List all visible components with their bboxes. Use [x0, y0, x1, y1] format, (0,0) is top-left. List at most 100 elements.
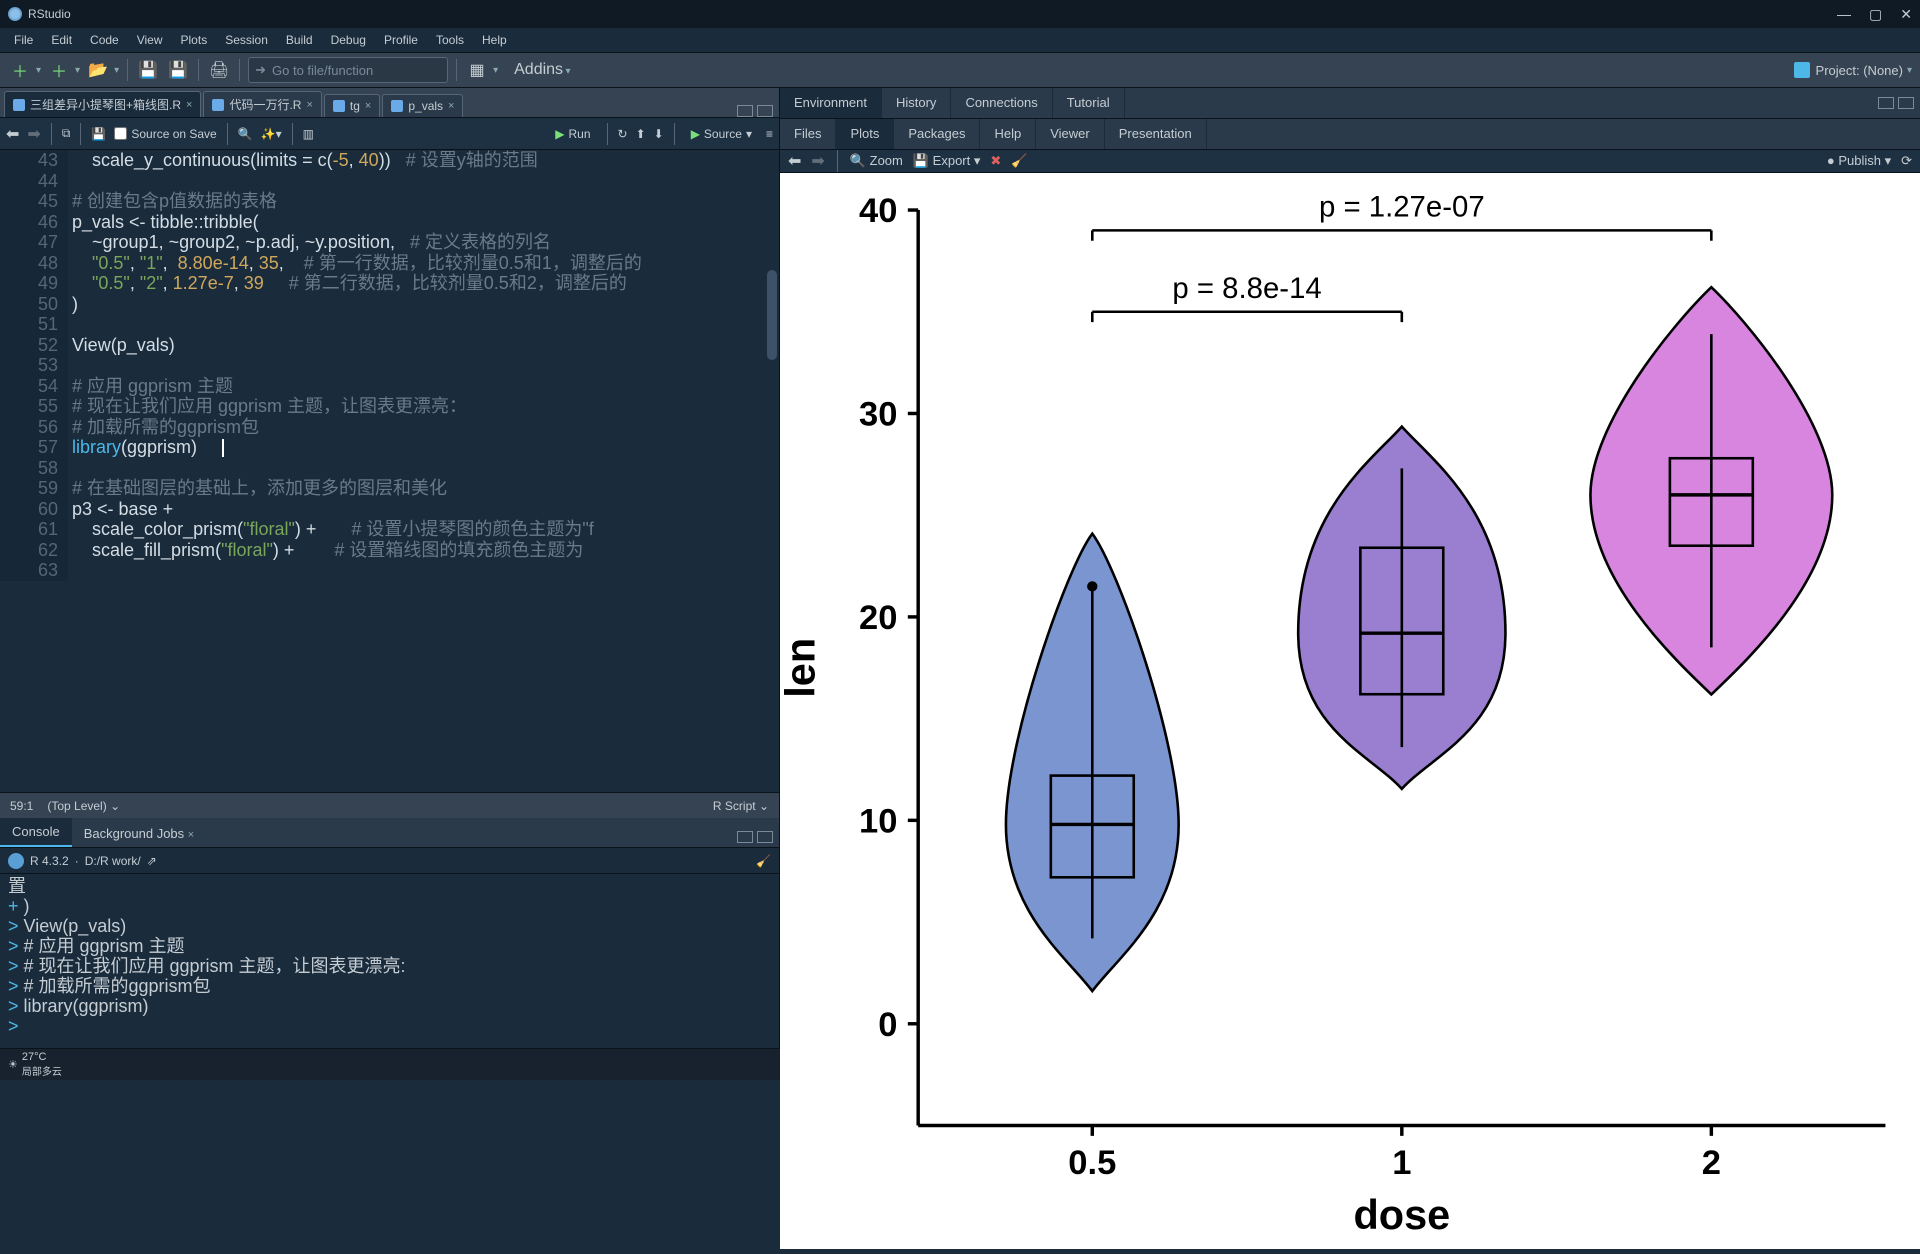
titlebar: RStudio — ▢ ✕	[0, 0, 1920, 28]
plot-tab-files[interactable]: Files	[780, 119, 836, 149]
wand-button[interactable]: ✨▾	[261, 127, 282, 141]
menubar: FileEditCodeViewPlotsSessionBuildDebugPr…	[0, 28, 1920, 52]
goto-placeholder: Go to file/function	[272, 63, 373, 78]
menu-code[interactable]: Code	[82, 30, 127, 50]
rerun-button[interactable]: ↻	[618, 127, 628, 141]
close-tab-icon[interactable]: ×	[306, 99, 312, 111]
new-file-button[interactable]: ＋	[8, 58, 32, 82]
close-tab-icon[interactable]: ×	[448, 100, 454, 112]
menu-file[interactable]: File	[6, 30, 41, 50]
plot-tab-packages[interactable]: Packages	[894, 119, 980, 149]
goto-file-input[interactable]: ➜ Go to file/function	[248, 57, 448, 83]
menu-view[interactable]: View	[129, 30, 171, 50]
close-tab-icon[interactable]: ×	[365, 100, 371, 112]
new-project-button[interactable]: ＋	[47, 58, 71, 82]
zoom-button[interactable]: 🔍 Zoom	[850, 153, 903, 169]
file-icon	[333, 100, 345, 112]
source-tab-2[interactable]: tg×	[324, 94, 380, 117]
plot-tab-plots[interactable]: Plots	[836, 119, 894, 149]
run-button[interactable]: ▶Run	[549, 124, 596, 144]
source-tab-0[interactable]: 三组差异小提琴图+箱线图.R ×	[4, 91, 201, 117]
close-tab-icon[interactable]: ×	[186, 99, 192, 111]
language-indicator[interactable]: R Script ⌄	[713, 799, 769, 813]
svg-text:p = 1.27e-07: p = 1.27e-07	[1319, 191, 1485, 224]
source-button[interactable]: ▶Source ▾	[685, 124, 758, 144]
svg-text:2: 2	[1702, 1144, 1721, 1182]
plot-tab-help[interactable]: Help	[980, 119, 1036, 149]
scope-indicator[interactable]: (Top Level) ⌄	[47, 799, 120, 813]
source-tab-1[interactable]: 代码一万行.R×	[203, 91, 321, 117]
maximize-env-button[interactable]	[1898, 97, 1914, 109]
app-title: RStudio	[28, 7, 71, 21]
env-tab-connections[interactable]: Connections	[951, 88, 1052, 118]
svg-text:1: 1	[1392, 1144, 1411, 1182]
save-source-button[interactable]: 💾	[91, 127, 106, 141]
menu-debug[interactable]: Debug	[323, 30, 374, 50]
wd-popout-icon[interactable]: ⇗	[147, 854, 157, 868]
find-button[interactable]: 🔍	[238, 127, 253, 141]
source-tabstrip: 三组差异小提琴图+箱线图.R×代码一万行.R×tg×p_vals×	[0, 88, 779, 118]
cursor-position: 59:1	[10, 799, 33, 813]
project-icon	[1794, 62, 1810, 78]
print-button[interactable]: 🖨	[207, 58, 231, 82]
up-button[interactable]: ⬆	[636, 127, 646, 141]
tab-label: 三组差异小提琴图+箱线图.R	[30, 96, 181, 113]
minimize-button[interactable]: —	[1837, 6, 1851, 23]
menu-build[interactable]: Build	[278, 30, 321, 50]
console-tabstrip: ConsoleBackground Jobs ×	[0, 818, 779, 848]
save-all-button[interactable]: 💾	[166, 58, 190, 82]
project-label[interactable]: Project: (None)	[1816, 63, 1903, 78]
menu-session[interactable]: Session	[217, 30, 276, 50]
plot-prev-button[interactable]: ⬅	[788, 151, 801, 171]
remove-plot-button[interactable]: ✖	[990, 153, 1001, 169]
maximize-pane-button[interactable]	[757, 105, 773, 117]
close-icon[interactable]: ×	[188, 829, 194, 841]
menu-plots[interactable]: Plots	[173, 30, 216, 50]
addins-menu[interactable]: Addins ▾	[514, 61, 570, 79]
console-output[interactable]: 置+ )> View(p_vals)> # 应用 ggprism 主题> # 现…	[0, 874, 779, 1048]
env-tab-environment[interactable]: Environment	[780, 88, 882, 118]
source-on-save-checkbox[interactable]: Source on Save	[114, 127, 216, 141]
temperature: 27°C	[22, 1051, 62, 1063]
menu-tools[interactable]: Tools	[428, 30, 472, 50]
maximize-button[interactable]: ▢	[1869, 6, 1882, 23]
source-toolbar: ⬅ ➡ ⧉ 💾 Source on Save 🔍 ✨▾ ▥ ▶Run ↻ ⬆ ⬇	[0, 118, 779, 150]
r-version: R 4.3.2	[30, 854, 69, 868]
source-tab-3[interactable]: p_vals×	[382, 94, 463, 117]
save-button[interactable]: 💾	[136, 58, 160, 82]
show-in-new-window-button[interactable]: ⧉	[62, 126, 71, 141]
maximize-console-button[interactable]	[757, 831, 773, 843]
svg-text:10: 10	[859, 802, 897, 840]
menu-help[interactable]: Help	[474, 30, 515, 50]
env-tab-history[interactable]: History	[882, 88, 951, 118]
clear-plots-button[interactable]: 🧹	[1011, 153, 1027, 169]
refresh-plot-button[interactable]: ⟳	[1901, 153, 1912, 169]
minimize-pane-button[interactable]	[737, 105, 753, 117]
compile-button[interactable]: ▥	[303, 127, 314, 141]
forward-button[interactable]: ➡	[27, 124, 40, 144]
plot-tab-viewer[interactable]: Viewer	[1036, 119, 1105, 149]
publish-button[interactable]: ● Publish ▾	[1827, 153, 1891, 169]
code-editor[interactable]: 4344454647484950515253545556575859606162…	[0, 150, 779, 792]
env-tab-tutorial[interactable]: Tutorial	[1053, 88, 1125, 118]
panes-button[interactable]: ▦	[465, 58, 489, 82]
plot-tab-presentation[interactable]: Presentation	[1105, 119, 1207, 149]
open-file-button[interactable]: 📂	[86, 58, 110, 82]
clear-console-button[interactable]: 🧹	[756, 854, 771, 868]
minimize-console-button[interactable]	[737, 831, 753, 843]
back-button[interactable]: ⬅	[6, 124, 19, 144]
plot-toolbar: ⬅ ➡ 🔍 Zoom 💾 Export ▾ ✖ 🧹 ● Publish ▾ ⟳	[780, 150, 1920, 173]
export-button[interactable]: 💾 Export ▾	[913, 153, 981, 169]
working-dir[interactable]: D:/R work/	[85, 854, 141, 868]
menu-edit[interactable]: Edit	[43, 30, 80, 50]
menu-profile[interactable]: Profile	[376, 30, 426, 50]
weather-widget[interactable]: ☀ 27°C 局部多云	[8, 1051, 62, 1078]
close-button[interactable]: ✕	[1900, 6, 1912, 23]
minimize-env-button[interactable]	[1878, 97, 1894, 109]
plot-next-button[interactable]: ➡	[811, 151, 824, 171]
editor-scrollbar[interactable]	[767, 270, 777, 360]
outline-button[interactable]: ≡	[766, 127, 773, 141]
console-tab-background-jobs[interactable]: Background Jobs ×	[72, 820, 207, 847]
console-tab-console[interactable]: Console	[0, 818, 72, 847]
down-button[interactable]: ⬇	[654, 127, 664, 141]
